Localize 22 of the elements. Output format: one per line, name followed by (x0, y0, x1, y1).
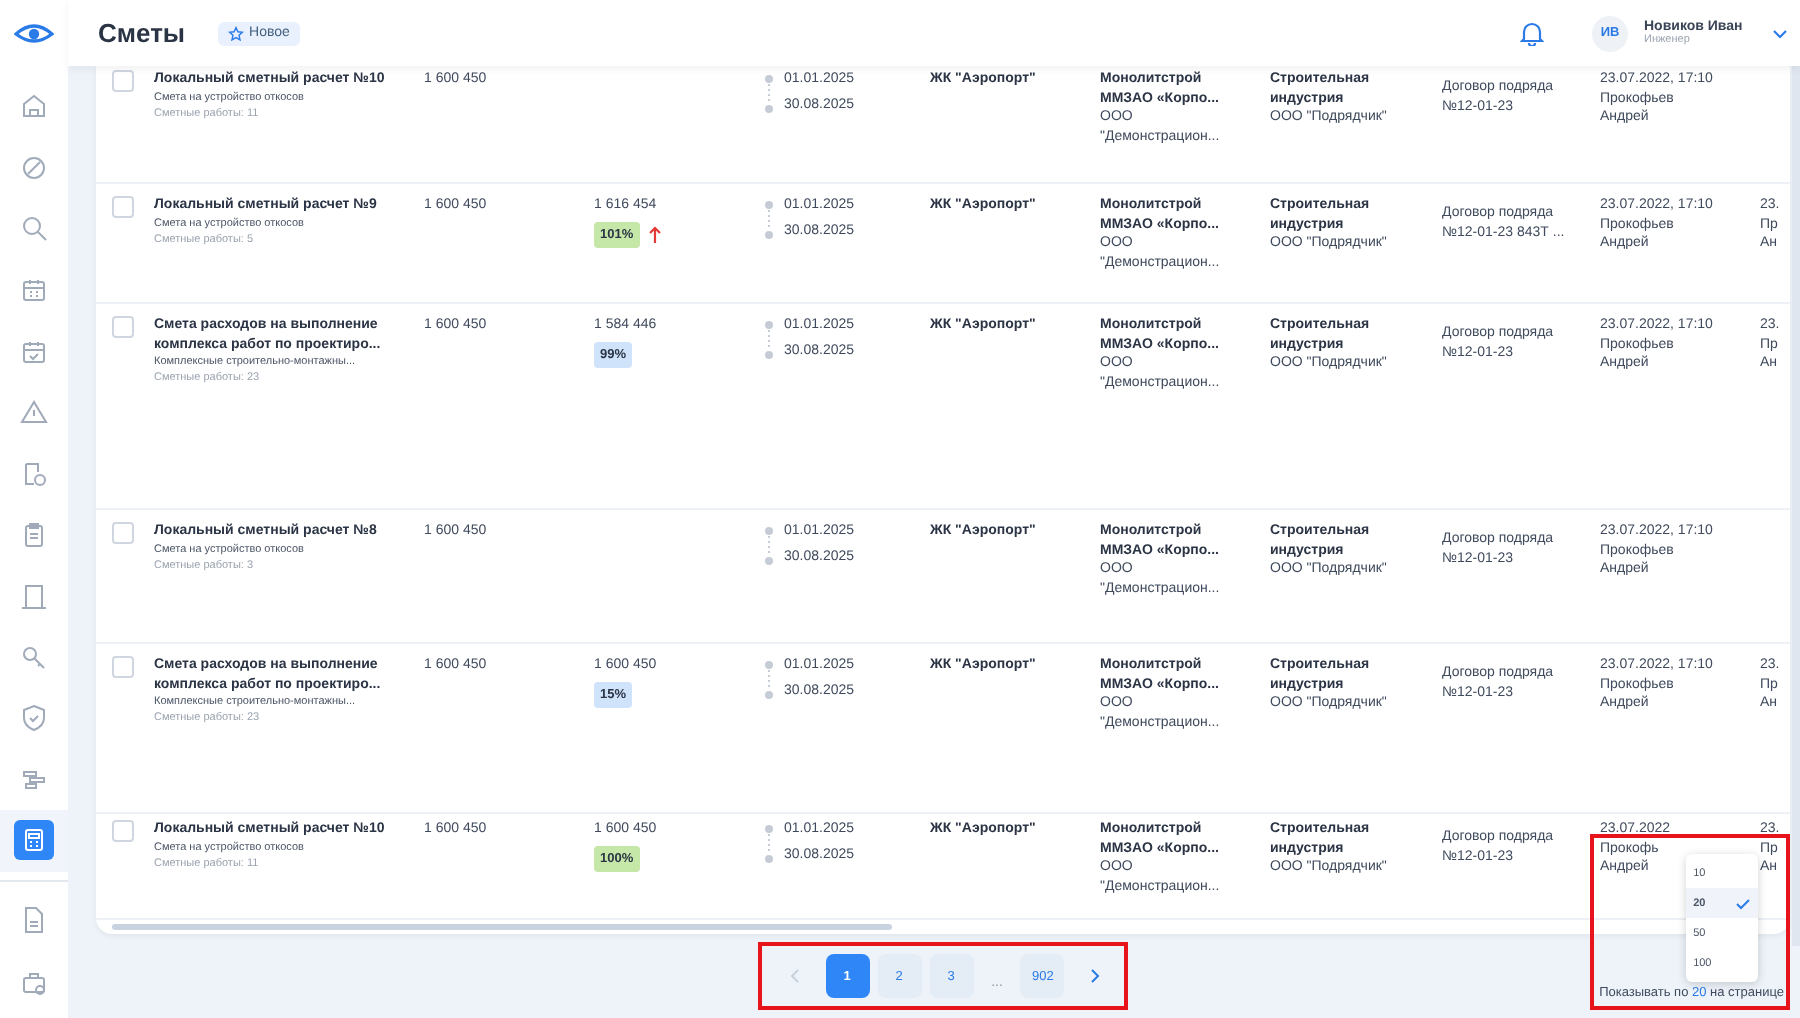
chevron-down-icon[interactable] (1772, 27, 1788, 39)
timeline-icon (764, 526, 774, 566)
timeline-icon (764, 824, 774, 864)
row-checkbox[interactable] (112, 70, 134, 92)
page-title: Сметы (98, 18, 186, 48)
row-checkbox[interactable] (112, 820, 134, 842)
scrollbar-thumb[interactable] (112, 924, 892, 930)
timeline-icon (764, 74, 774, 114)
chevron-right-icon (1089, 968, 1100, 984)
row-checkbox[interactable] (112, 316, 134, 338)
calculator-icon[interactable] (0, 810, 68, 872)
chevron-left-icon (790, 968, 801, 984)
star-icon (227, 25, 244, 41)
row-checkbox[interactable] (112, 196, 134, 218)
timeline-icon (764, 320, 774, 360)
row-checkbox[interactable] (112, 656, 134, 678)
eye-logo-icon (14, 23, 54, 43)
timeline-icon (764, 660, 774, 700)
row-checkbox[interactable] (112, 522, 134, 544)
check-icon (1735, 897, 1750, 909)
bell-icon[interactable] (1520, 20, 1544, 46)
timeline-icon (764, 200, 774, 240)
